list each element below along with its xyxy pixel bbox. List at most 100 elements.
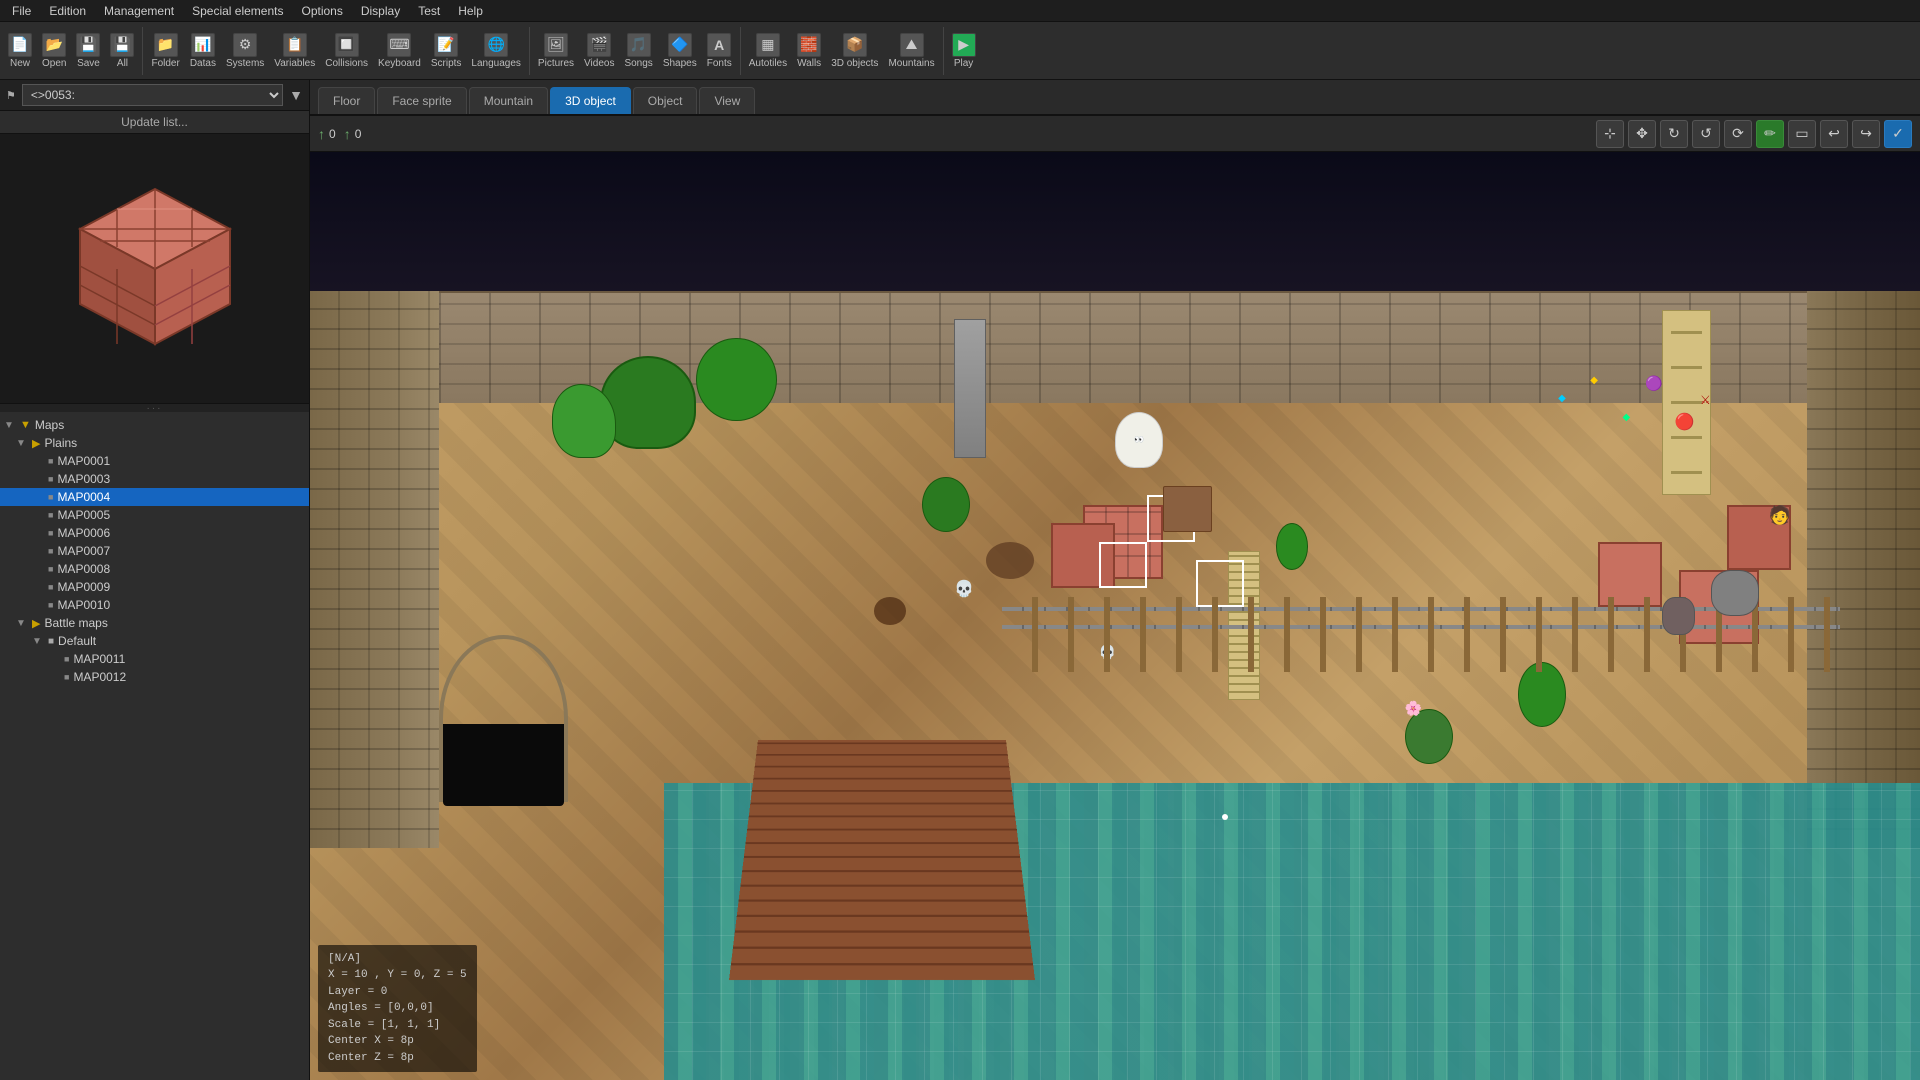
toolbar-pictures-button[interactable]: 🖼 Pictures: [534, 31, 578, 71]
toolbar-play-button[interactable]: ▶ Play: [948, 31, 980, 71]
menu-edition[interactable]: Edition: [41, 2, 94, 20]
tool-move-button[interactable]: ✥: [1628, 120, 1656, 148]
menu-file[interactable]: File: [4, 2, 39, 20]
map0001-icon: ■: [48, 456, 53, 466]
tree-map0009[interactable]: ■ MAP0009: [0, 578, 309, 596]
tree-map0011[interactable]: ■ MAP0011: [0, 650, 309, 668]
content-tabs: Floor Face sprite Mountain 3D object Obj…: [310, 80, 1920, 116]
tab-mountain[interactable]: Mountain: [469, 87, 548, 114]
bush-3: [1405, 709, 1453, 765]
toolbar-new-button[interactable]: 📄 New: [4, 31, 36, 71]
map-viewport[interactable]: 👀 💀 💀 🧑: [310, 152, 1920, 1080]
toolbar-scripts-button[interactable]: 📝 Scripts: [427, 31, 466, 71]
right-wall: [1807, 291, 1920, 848]
tree-map0004[interactable]: ■ MAP0004: [0, 488, 309, 506]
play-icon: ▶: [952, 33, 976, 57]
hud-layer: Layer = 0: [328, 984, 467, 1001]
tool-undo-button[interactable]: ↩: [1820, 120, 1848, 148]
tab-3d-object[interactable]: 3D object: [550, 87, 631, 114]
map-selector[interactable]: <>0053:: [22, 84, 283, 106]
toolbar-videos-button[interactable]: 🎬 Videos: [580, 31, 618, 71]
coord-display-area: ↑ 0 ↑ 0: [318, 126, 361, 142]
tool-paint-button[interactable]: ✏: [1756, 120, 1784, 148]
tree-plains-group[interactable]: ▼ ▶ Plains: [0, 434, 309, 452]
toolbar-saveall-button[interactable]: 💾 All: [106, 31, 138, 71]
tree-battlemaps-group[interactable]: ▼ ▶ Battle maps: [0, 614, 309, 632]
toolbar-keyboard-button[interactable]: ⌨ Keyboard: [374, 31, 425, 71]
bench: [1163, 486, 1211, 532]
sidebar-arrow-icon[interactable]: ▼: [289, 87, 303, 103]
toolbar-sep-3: [740, 27, 741, 75]
toolbar-save-button[interactable]: 💾 Save: [72, 31, 104, 71]
hud-coords: X = 10 , Y = 0, Z = 5: [328, 967, 467, 984]
tree-map0006[interactable]: ■ MAP0006: [0, 524, 309, 542]
main-area: ⚑ <>0053: ▼ Update list...: [0, 80, 1920, 1080]
map0003-label: MAP0003: [57, 472, 110, 486]
player-character: 🧑: [1769, 505, 1791, 526]
toolbar-datas-button[interactable]: 📊 Datas: [186, 31, 220, 71]
toolbar-mountains-button[interactable]: ⛰ Mountains: [884, 31, 938, 71]
rung-2: [1671, 366, 1701, 369]
tab-face-sprite[interactable]: Face sprite: [377, 87, 466, 114]
toolbar-collisions-button[interactable]: 🔲 Collisions: [321, 31, 372, 71]
tree-map0001[interactable]: ■ MAP0001: [0, 452, 309, 470]
tool-rotate-x-button[interactable]: ↻: [1660, 120, 1688, 148]
coord-x-arrow: ↑: [318, 126, 325, 142]
menu-special-elements[interactable]: Special elements: [184, 2, 291, 20]
map0009-icon: ■: [48, 582, 53, 592]
toolbar-systems-button[interactable]: ⚙ Systems: [222, 31, 268, 71]
toolbar-shapes-button[interactable]: 🔷 Shapes: [659, 31, 701, 71]
map0007-label: MAP0007: [57, 544, 110, 558]
toolbar-fonts-button[interactable]: A Fonts: [703, 31, 736, 71]
sidebar-divider[interactable]: [0, 404, 309, 412]
menu-options[interactable]: Options: [293, 2, 350, 20]
tool-erase-button[interactable]: ▭: [1788, 120, 1816, 148]
battlemaps-label: Battle maps: [44, 616, 107, 630]
menu-display[interactable]: Display: [353, 2, 408, 20]
tab-floor[interactable]: Floor: [318, 87, 375, 114]
menubar: File Edition Management Special elements…: [0, 0, 1920, 22]
tree-map0005[interactable]: ■ MAP0005: [0, 506, 309, 524]
preview-cube: [55, 169, 255, 369]
menu-help[interactable]: Help: [450, 2, 491, 20]
tree-map0003[interactable]: ■ MAP0003: [0, 470, 309, 488]
tree-map0010[interactable]: ■ MAP0010: [0, 596, 309, 614]
toolbar-songs-button[interactable]: 🎵 Songs: [620, 31, 656, 71]
tool-rotate-z-button[interactable]: ⟳: [1724, 120, 1752, 148]
toolbar-autotiles-button[interactable]: ▦ Autotiles: [745, 31, 791, 71]
shapes-icon: 🔷: [668, 33, 692, 57]
tree-map0008[interactable]: ■ MAP0008: [0, 560, 309, 578]
tree-root-maps[interactable]: ▼ ▼ Maps: [0, 416, 309, 434]
tool-rotate-y-button[interactable]: ↺: [1692, 120, 1720, 148]
toolbar-3dobjects-button[interactable]: 📦 3D objects: [827, 31, 882, 71]
toolbar-walls-button[interactable]: 🧱 Walls: [793, 31, 825, 71]
tab-view[interactable]: View: [699, 87, 755, 114]
left-wall-bricks: [310, 291, 439, 848]
toolbar-folder-button[interactable]: 📁 Folder: [147, 31, 183, 71]
toolbar-variables-button[interactable]: 📋 Variables: [270, 31, 319, 71]
tab-object[interactable]: Object: [633, 87, 698, 114]
tool-buttons-area: ⊹ ✥ ↻ ↺ ⟳ ✏ ▭ ↩ ↪ ✓: [1596, 120, 1912, 148]
walls-icon: 🧱: [797, 33, 821, 57]
tree-map0012[interactable]: ■ MAP0012: [0, 668, 309, 686]
toolbar-languages-button[interactable]: 🌐 Languages: [467, 31, 525, 71]
tool-select-button[interactable]: ⊹: [1596, 120, 1624, 148]
pictures-icon: 🖼: [544, 33, 568, 57]
tool-extra-button[interactable]: ✓: [1884, 120, 1912, 148]
menu-test[interactable]: Test: [410, 2, 448, 20]
coord-z-value: 0: [355, 127, 362, 141]
content-toolbar: ↑ 0 ↑ 0 ⊹ ✥ ↻ ↺ ⟳ ✏ ▭ ↩ ↪ ✓: [310, 116, 1920, 152]
tool-redo-button[interactable]: ↪: [1852, 120, 1880, 148]
toolbar-open-button[interactable]: 📂 Open: [38, 31, 70, 71]
hud-pos: [N/A]: [328, 951, 467, 968]
soil-1: [986, 542, 1034, 579]
menu-management[interactable]: Management: [96, 2, 182, 20]
tree-default-subgroup[interactable]: ▼ ■ Default: [0, 632, 309, 650]
update-list-button[interactable]: Update list...: [0, 111, 309, 134]
coord-z-item: ↑ 0: [344, 126, 362, 142]
crystal-blue: ◆: [1558, 393, 1566, 404]
map0005-icon: ■: [48, 510, 53, 520]
skull-1: 💀: [954, 579, 974, 599]
tree-map0007[interactable]: ■ MAP0007: [0, 542, 309, 560]
ghost-object: 👀: [1115, 412, 1163, 468]
